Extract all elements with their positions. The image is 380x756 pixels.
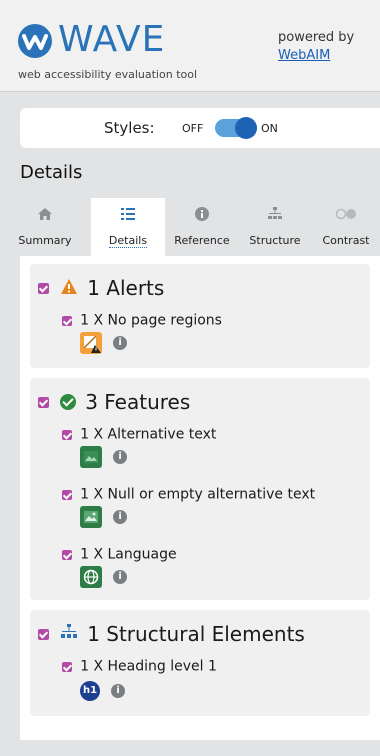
structural-elements-section: 1 Structural Elements 1 X Heading level …: [30, 610, 370, 716]
tab-reference-label: Reference: [174, 234, 230, 247]
details-content: 1 Alerts 1 X No page regions i 3 Feature…: [20, 256, 380, 740]
alerts-section: 1 Alerts 1 X No page regions i: [30, 264, 370, 368]
icon-row: i: [80, 332, 128, 356]
tab-structure-label: Structure: [249, 234, 301, 247]
icon-row: i: [80, 566, 128, 590]
info-icon[interactable]: i: [111, 683, 126, 698]
item-label: 1 X Language: [80, 546, 177, 563]
item-checkbox[interactable]: [62, 429, 72, 440]
item-label: 1 X No page regions: [80, 312, 222, 329]
list-item: 1 X Alternative text: [62, 424, 216, 443]
tab-details-label: Details: [108, 234, 148, 248]
tab-summary-label: Summary: [18, 234, 72, 247]
item-label: 1 X Heading level 1: [80, 658, 217, 675]
info-icon[interactable]: i: [113, 336, 128, 350]
item-checkbox[interactable]: [62, 661, 72, 672]
tab-contrast[interactable]: Contrast: [312, 198, 380, 256]
item-checkbox[interactable]: [62, 489, 72, 500]
structure-heading: 1 Structural Elements: [87, 622, 305, 646]
list-item: 1 X Language: [62, 544, 177, 563]
bottom-strip: [0, 740, 380, 756]
tagline: web accessibility evaluation tool: [18, 68, 198, 81]
structure-checkbox[interactable]: [38, 628, 49, 640]
features-heading-row: 3 Features: [38, 390, 190, 414]
info-icon[interactable]: i: [113, 570, 128, 584]
structure-icon: [239, 206, 311, 228]
list-item: 1 X Null or empty alternative text: [62, 484, 315, 503]
styles-toggle-switch[interactable]: [215, 117, 257, 139]
null-alt-icon[interactable]: [80, 506, 102, 528]
icon-row: i: [80, 446, 128, 470]
item-label: 1 X Null or empty alternative text: [80, 486, 316, 503]
page-title: Details: [20, 162, 83, 183]
home-icon: [0, 206, 90, 228]
item-checkbox[interactable]: [62, 549, 72, 560]
features-heading: 3 Features: [85, 390, 191, 414]
language-icon[interactable]: [80, 566, 102, 588]
styles-off-label: OFF: [182, 122, 204, 135]
alert-triangle-icon: [60, 278, 78, 299]
info-icon: [166, 206, 238, 228]
icon-row: h1 i: [80, 680, 126, 704]
features-section: 3 Features 1 X Alternative text i 1 X Nu…: [30, 378, 370, 600]
tab-contrast-label: Contrast: [322, 234, 370, 247]
contrast-icon: [312, 206, 380, 228]
icon-row: i: [80, 506, 128, 530]
info-icon[interactable]: i: [113, 450, 128, 464]
list-item: 1 X Heading level 1: [62, 656, 217, 675]
alt-text-icon[interactable]: [80, 446, 102, 468]
tab-structure[interactable]: Structure: [239, 198, 311, 256]
no-regions-icon[interactable]: [80, 332, 102, 354]
tab-summary[interactable]: Summary: [0, 198, 90, 256]
logo-text: WAVE: [58, 19, 166, 60]
alerts-checkbox[interactable]: [38, 282, 49, 294]
structure-heading-row: 1 Structural Elements: [38, 622, 305, 646]
panel-tabs: Summary Details Reference Structure Cont…: [0, 198, 380, 256]
webaim-link[interactable]: WebAIM: [278, 48, 330, 63]
structure-icon: [60, 623, 78, 645]
check-circle-icon: [60, 394, 77, 410]
alerts-heading-row: 1 Alerts: [38, 276, 164, 300]
styles-on-label: ON: [261, 122, 278, 135]
powered-by-label: powered by: [278, 30, 355, 45]
styles-label: Styles:: [104, 119, 155, 137]
list-icon: [91, 206, 165, 228]
tab-reference[interactable]: Reference: [166, 198, 238, 256]
item-checkbox[interactable]: [62, 315, 72, 326]
styles-toggle-panel: Styles: OFF ON: [20, 108, 380, 148]
heading-h1-icon[interactable]: h1: [80, 680, 100, 701]
item-label: 1 X Alternative text: [80, 426, 217, 443]
wave-sidebar: WAVE web accessibility evaluation tool p…: [0, 0, 380, 756]
wave-logo-icon: [18, 24, 52, 58]
toggle-knob: [235, 117, 257, 139]
list-item: 1 X No page regions: [62, 310, 222, 329]
header: WAVE web accessibility evaluation tool p…: [0, 0, 380, 92]
info-icon[interactable]: i: [113, 510, 128, 524]
alerts-heading: 1 Alerts: [87, 276, 165, 300]
tab-details[interactable]: Details: [91, 198, 165, 256]
features-checkbox[interactable]: [38, 396, 49, 408]
